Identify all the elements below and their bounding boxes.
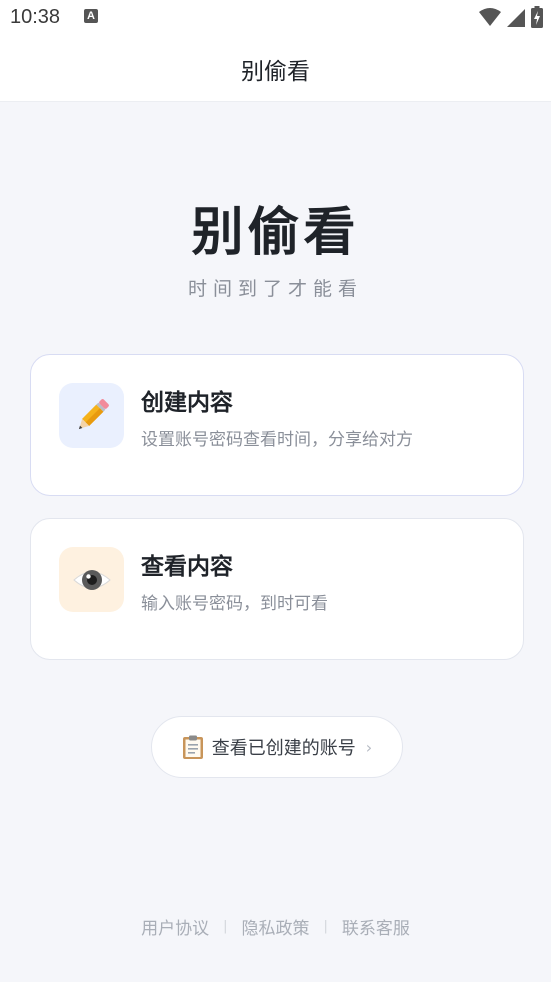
create-content-card[interactable]: 创建内容 设置账号密码查看时间，分享给对方 xyxy=(30,354,524,496)
create-card-description: 设置账号密码查看时间，分享给对方 xyxy=(141,430,413,450)
view-card-description: 输入账号密码，到时可看 xyxy=(141,594,328,614)
eye-icon xyxy=(73,570,111,590)
wifi-icon xyxy=(479,8,501,26)
clipboard-icon xyxy=(182,735,203,759)
accounts-button-label: 查看已创建的账号 xyxy=(211,738,356,759)
create-card-title: 创建内容 xyxy=(141,390,233,416)
footer-separator: | xyxy=(323,919,328,934)
view-card-title: 查看内容 xyxy=(141,554,233,580)
footer-links: 用户协议 | 隐私政策 | 联系客服 xyxy=(0,914,551,939)
privacy-policy-link[interactable]: 隐私政策 xyxy=(242,914,310,939)
status-icons xyxy=(479,6,543,28)
signal-icon xyxy=(507,9,525,27)
status-bar: 10:38 A xyxy=(0,0,551,34)
view-created-accounts-button[interactable]: 查看已创建的账号 › xyxy=(151,716,403,778)
user-agreement-link[interactable]: 用户协议 xyxy=(141,914,209,939)
view-icon-box xyxy=(59,547,124,612)
view-content-card[interactable]: 查看内容 输入账号密码，到时可看 xyxy=(30,518,524,660)
hero-title: 别偷看 xyxy=(191,203,360,263)
footer-separator: | xyxy=(223,919,228,934)
contact-support-link[interactable]: 联系客服 xyxy=(342,914,410,939)
battery-icon xyxy=(531,6,543,28)
notification-a-icon: A xyxy=(84,9,98,23)
chevron-right-icon: › xyxy=(365,737,373,757)
pencil-icon xyxy=(78,399,109,430)
create-icon-box xyxy=(59,383,124,448)
nav-bar: 别偷看 xyxy=(0,34,551,102)
status-time: 10:38 xyxy=(10,6,61,28)
hero-subtitle: 时间到了才能看 xyxy=(187,278,363,300)
nav-title: 别偷看 xyxy=(241,59,310,85)
